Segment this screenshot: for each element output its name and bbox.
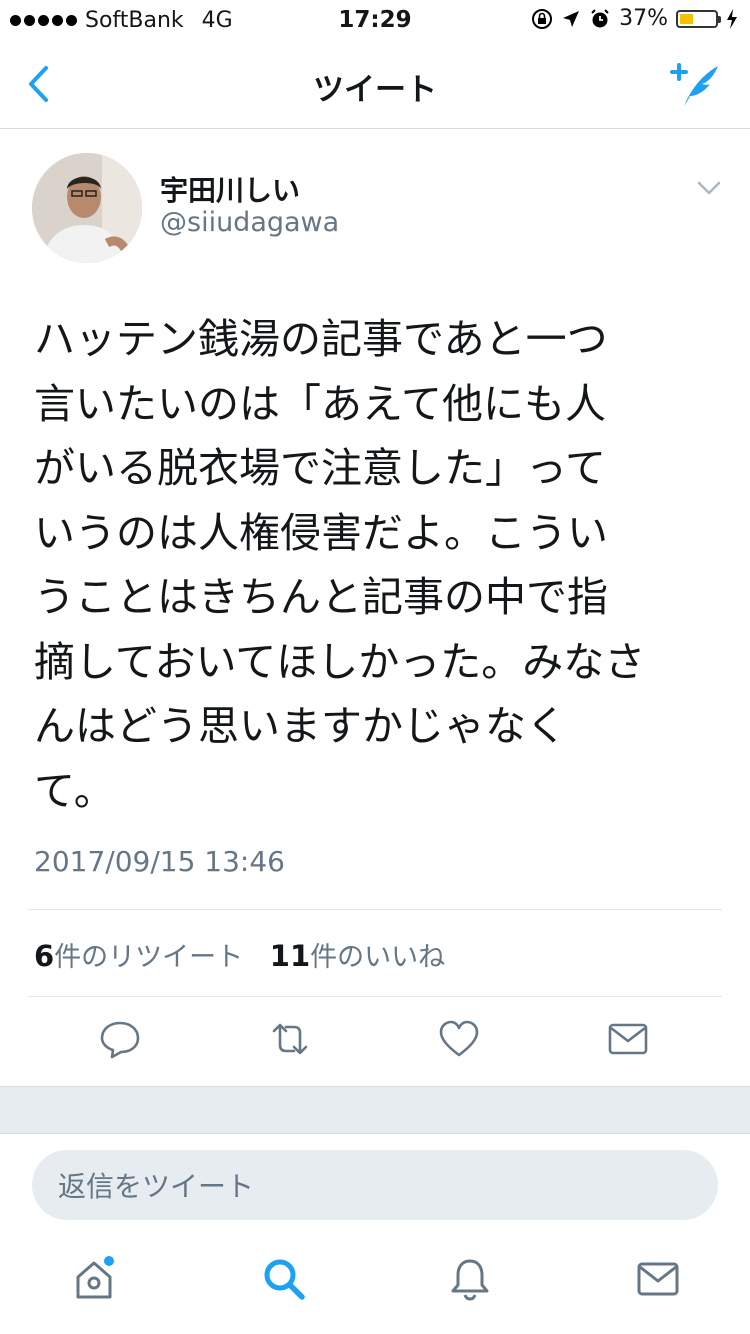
mail-icon[interactable]	[606, 1019, 650, 1059]
chevron-down-icon[interactable]	[696, 179, 722, 197]
tweet-text-line: ハッテン銭湯の記事であと一つ	[34, 315, 608, 363]
orientation-lock-icon	[532, 8, 553, 29]
search-icon[interactable]	[260, 1255, 308, 1303]
tweet-actions	[0, 1019, 750, 1085]
status-bar: SoftBank 4G 17:29 37%	[0, 0, 750, 40]
tweet-text-line: 摘しておいてほしかった。みなさ	[34, 637, 646, 686]
reply-icon[interactable]	[98, 1019, 142, 1059]
navigation-bar: ツイート	[0, 40, 750, 129]
avatar[interactable]	[32, 153, 142, 263]
retweet-label: 件のリツイート	[54, 942, 244, 973]
like-label: 件のいいね	[310, 942, 446, 973]
tweet-timestamp: 2017/09/15 13:46	[34, 845, 285, 878]
author-name[interactable]: 宇田川しい	[160, 169, 300, 209]
tweet-stats: 6件のリツイート 11件のいいね	[34, 935, 445, 974]
tweet-text-line: うことはきちんと記事の中で指	[34, 573, 608, 621]
tweet-text-line: 言いたいのは「あえて他にも人	[34, 379, 606, 428]
tweet-text-line: て。	[34, 766, 115, 815]
notifications-icon[interactable]	[446, 1255, 494, 1303]
section-separator	[0, 1086, 750, 1134]
compose-tweet-icon[interactable]	[664, 58, 724, 110]
like-stat[interactable]: 11件のいいね	[269, 939, 446, 973]
reply-box[interactable]	[32, 1150, 718, 1222]
page-title: ツイート	[313, 72, 437, 108]
battery-fill	[680, 13, 693, 24]
location-icon	[563, 10, 580, 27]
retweet-stat[interactable]: 6件のリツイート	[34, 939, 244, 973]
battery-icon	[676, 9, 721, 28]
tweet-text-line: いうのは人権侵害だよ。こうい	[34, 508, 608, 557]
heart-icon[interactable]	[437, 1019, 481, 1059]
charging-icon	[727, 8, 737, 29]
tab-bar	[0, 1245, 750, 1334]
author-handle[interactable]: @siiudagawa	[160, 207, 339, 238]
alarm-icon	[591, 8, 609, 27]
tweet-text-line: んはどう思いますかじゃなく	[34, 702, 567, 750]
new-tweets-indicator	[104, 1256, 114, 1266]
retweet-count: 6	[34, 939, 55, 973]
like-count: 11	[269, 939, 311, 973]
tweet-text-line: がいる脱衣場で注意した」って	[34, 444, 606, 492]
home-icon[interactable]	[70, 1255, 118, 1303]
battery-percent: 37%	[619, 6, 668, 31]
retweet-icon[interactable]	[268, 1019, 312, 1059]
avatar-image	[32, 153, 142, 263]
divider	[28, 909, 722, 910]
divider	[28, 996, 722, 997]
messages-icon[interactable]	[634, 1255, 682, 1303]
tweet-text: ハッテン銭湯の記事であと一つ 言いたいのは「あえて他にも人 がいる脱衣場で注意し…	[34, 307, 724, 823]
reply-input[interactable]	[56, 1150, 700, 1222]
status-right: 37%	[531, 6, 738, 31]
